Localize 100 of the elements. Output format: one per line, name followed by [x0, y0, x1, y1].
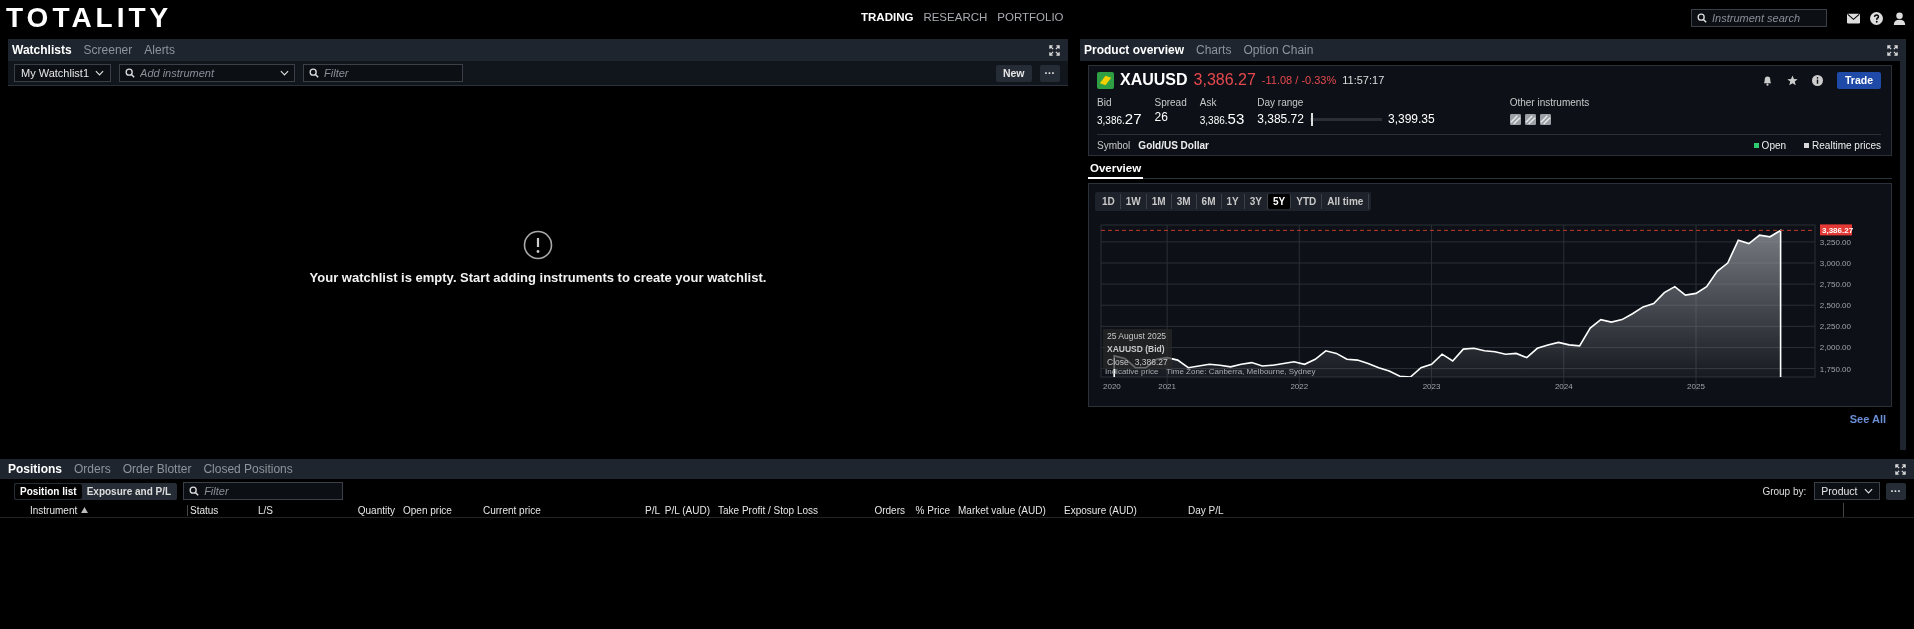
tooltip-value: 3,386.27 — [1134, 357, 1168, 367]
panel-tab[interactable]: Closed Positions — [203, 462, 293, 476]
more-button[interactable]: ··· — [1039, 64, 1060, 82]
y-tick-label: 2,250.00 — [1819, 322, 1851, 332]
time-zone-note: Time Zone: Canberra, Melbourne, Sydney — [1166, 367, 1316, 376]
column-header[interactable]: L/S — [256, 504, 351, 516]
mail-icon[interactable] — [1847, 11, 1860, 25]
exclamation-icon — [523, 230, 553, 260]
sort-up-icon — [81, 507, 89, 513]
group-by-select[interactable]: Product — [1814, 482, 1880, 500]
range-button[interactable]: 3Y — [1244, 194, 1268, 209]
x-tick-label: 2022 — [1290, 382, 1309, 391]
y-tick-label: 2,000.00 — [1819, 343, 1851, 353]
range-button[interactable]: 5Y — [1268, 194, 1292, 209]
y-tick-label: 3,000.00 — [1819, 259, 1851, 268]
range-button[interactable]: 1W — [1120, 194, 1147, 209]
filter-field[interactable]: Filter — [303, 64, 464, 82]
column-header[interactable]: Take Profit / Stop Loss — [716, 504, 851, 516]
column-header[interactable]: Quantity — [351, 504, 401, 516]
spread-label: Spread — [1154, 97, 1187, 108]
panel-tab[interactable]: Screener — [83, 43, 133, 57]
new-button[interactable]: New — [995, 64, 1032, 82]
day-low: 3,385.72 — [1257, 112, 1304, 126]
panel-tab[interactable]: Positions — [8, 462, 62, 476]
time: 11:57:17 — [1342, 74, 1385, 86]
x-tick-label: 2025 — [1687, 382, 1705, 391]
x-tick-label: 2020 — [1103, 382, 1121, 391]
range-button[interactable]: 1M — [1146, 194, 1172, 209]
search-field[interactable]: Instrument search — [1691, 9, 1827, 27]
bell-icon[interactable] — [1762, 74, 1773, 86]
search-icon — [125, 68, 136, 78]
status-label: Realtime prices — [1812, 140, 1881, 151]
group-by-label: Group by: — [1762, 485, 1807, 497]
bid-price: 3,386.27 — [1097, 110, 1142, 127]
price: 3,386.27 — [1193, 71, 1256, 89]
view-button[interactable]: Exposure and P/L — [81, 483, 177, 499]
overview-tab[interactable]: Overview — [1088, 162, 1144, 179]
info-icon[interactable] — [1812, 74, 1823, 86]
column-header[interactable]: P/L (AUD) — [666, 504, 716, 516]
panel-tab[interactable]: Watchlists — [12, 43, 72, 57]
y-tick-label: 3,250.00 — [1819, 237, 1851, 247]
add-instrument-field[interactable]: Add instrument — [119, 64, 296, 82]
panel-tab[interactable]: Order Blotter — [122, 462, 192, 476]
instrument-icon[interactable] — [1539, 113, 1551, 125]
tooltip-date: 25 August 2025 — [1107, 331, 1168, 341]
filter-field[interactable]: Filter — [183, 482, 344, 500]
ask-price: 3,386.53 — [1199, 110, 1245, 127]
range-button[interactable]: YTD — [1291, 194, 1323, 209]
trade-button[interactable]: Trade — [1837, 71, 1881, 89]
see-all-link[interactable]: See All — [1849, 413, 1886, 425]
column-header[interactable]: Orders — [851, 504, 911, 516]
other-instruments-label: Other instruments — [1509, 97, 1590, 108]
user-icon[interactable] — [1893, 11, 1906, 25]
range-button[interactable]: 1Y — [1221, 194, 1245, 209]
nav-link[interactable]: RESEARCH — [923, 11, 988, 23]
expand-icon[interactable] — [1895, 463, 1906, 475]
x-tick-label: 2023 — [1422, 382, 1441, 391]
help-icon[interactable] — [1870, 11, 1883, 25]
column-header[interactable]: Current price — [481, 504, 606, 516]
panel-tab[interactable]: Alerts — [144, 43, 175, 57]
column-header[interactable]: Open price — [401, 504, 481, 516]
star-icon[interactable] — [1787, 74, 1798, 86]
symbol: XAUUSD — [1120, 71, 1188, 89]
empty-message: Your watchlist is empty. Start adding instruments to create your watchlist. — [309, 270, 767, 285]
expand-icon[interactable] — [1049, 44, 1060, 56]
range-button[interactable]: All time — [1322, 194, 1370, 209]
instrument-icon[interactable] — [1509, 113, 1521, 125]
chevron-down-icon — [280, 70, 290, 76]
search-icon — [189, 486, 200, 496]
watchlist-select[interactable]: My Watchlist1 — [14, 64, 112, 82]
column-header[interactable]: Status — [188, 504, 256, 516]
panel-tab[interactable]: Product overview — [1084, 43, 1185, 57]
chevron-down-icon — [1863, 488, 1873, 494]
range-button[interactable]: 1D — [1097, 194, 1121, 209]
nav-link[interactable]: PORTFOLIO — [997, 11, 1064, 23]
nav-link[interactable]: TRADING — [861, 11, 914, 23]
day-high: 3,399.35 — [1387, 112, 1435, 126]
expand-icon[interactable] — [1887, 44, 1898, 56]
day-range-label: Day range — [1257, 97, 1305, 108]
column-header[interactable]: % Price — [911, 504, 956, 516]
range-button[interactable]: 6M — [1196, 194, 1222, 209]
column-header[interactable]: Instrument — [28, 504, 188, 516]
column-header[interactable]: Exposure (AUD) — [1062, 504, 1186, 516]
bid-label: Bid — [1097, 97, 1113, 108]
column-header[interactable]: Day P/L — [1186, 504, 1306, 516]
view-button[interactable]: Position list — [15, 483, 82, 499]
logo: TOTALITY — [6, 4, 173, 32]
x-tick-label: 2024 — [1554, 382, 1573, 391]
chevron-down-icon — [95, 70, 105, 76]
panel-tab[interactable]: Option Chain — [1243, 43, 1314, 57]
tooltip-label: Close — [1107, 357, 1129, 367]
y-tick-label: 2,500.00 — [1819, 301, 1851, 311]
column-header[interactable]: P/L — [606, 504, 666, 516]
spread-value: 26 — [1154, 110, 1169, 124]
panel-tab[interactable]: Charts — [1196, 43, 1232, 57]
panel-tab[interactable]: Orders — [74, 462, 111, 476]
instrument-icon[interactable] — [1524, 113, 1536, 125]
more-button[interactable]: ··· — [1885, 482, 1906, 500]
column-header[interactable]: Market value (AUD) — [956, 504, 1062, 516]
range-button[interactable]: 3M — [1171, 194, 1197, 209]
